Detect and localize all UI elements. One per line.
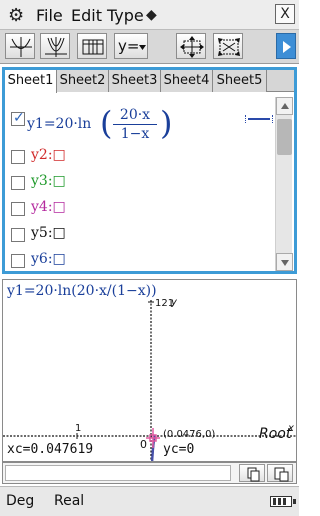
tab-sheet1[interactable]: Sheet1 — [5, 70, 57, 93]
copy-icon — [247, 467, 260, 482]
y3-label[interactable]: y3:□ — [31, 173, 66, 189]
origin-label: 0 — [140, 438, 147, 451]
tab-sheet3[interactable]: Sheet3 — [109, 70, 161, 92]
x-tick-label: 1 — [75, 423, 82, 434]
zoom-box-icon — [218, 38, 240, 56]
settings-gear-icon[interactable]: ⚙ — [8, 5, 24, 26]
graph-canvas — [3, 300, 296, 461]
scroll-down-button[interactable] — [276, 253, 293, 271]
arrow-right-icon — [283, 41, 291, 53]
xc-readout: xc=0.047619 — [7, 442, 94, 457]
tab-sheet2[interactable]: Sheet2 — [57, 70, 109, 92]
angle-mode-status[interactable]: Deg — [6, 493, 34, 509]
graph-axes-icon — [10, 37, 32, 57]
graph-function-title: y1=20·ln(20·x/(1−x)) — [7, 283, 157, 299]
tab-sheet4[interactable]: Sheet4 — [161, 70, 213, 92]
y1-checkbox[interactable]: ✓ — [11, 110, 25, 126]
menu-file[interactable]: File — [36, 6, 63, 25]
sheet-tabs: Sheet1 Sheet2 Sheet3 Sheet4 Sheet5 — [5, 70, 294, 93]
y1-expression-prefix: y1=20·ln — [27, 116, 92, 132]
editor-scrollbar[interactable] — [275, 97, 293, 271]
status-bar: Deg Real — [0, 486, 299, 516]
function-row-y6[interactable]: y6:□ — [11, 250, 271, 276]
y1-expression[interactable]: y1=20·ln ( 20·x 1−x ) — [27, 106, 227, 144]
y1-denominator: 1−x — [120, 126, 150, 142]
scroll-thumb[interactable] — [277, 119, 292, 155]
input-bar — [2, 462, 297, 484]
table-icon — [82, 39, 104, 55]
function-row-y3[interactable]: y3:□ — [11, 172, 271, 198]
y4-checkbox[interactable] — [11, 202, 25, 216]
root-cursor-icon — [146, 428, 160, 448]
function-row-y4[interactable]: y4:□ — [11, 198, 271, 224]
menu-edit[interactable]: Edit — [71, 6, 102, 25]
checkmark-icon: ✓ — [13, 110, 25, 126]
yc-readout: yc=0 — [163, 442, 195, 457]
graph-window[interactable]: y1=20·ln(20·x/(1−x)) 121 y 1 0 (0.0476,0… — [2, 279, 297, 462]
y1-line-style-icon[interactable] — [245, 115, 273, 123]
close-button[interactable]: X — [275, 4, 295, 24]
y2-label[interactable]: y2:□ — [31, 147, 66, 163]
toolbar: y= — [0, 30, 299, 64]
graph-parabolas-icon — [45, 37, 67, 57]
menu-type[interactable]: Type — [107, 6, 144, 25]
menu-bar: ⚙ File Edit Type ◆ X — [0, 0, 299, 30]
y4-label[interactable]: y4:□ — [31, 199, 66, 215]
toolbar-next-button[interactable] — [276, 33, 296, 59]
tab-sheet5[interactable]: Sheet5 — [213, 70, 267, 92]
left-paren: ( — [100, 104, 113, 142]
root-coordinate-label: (0.0476,0) — [163, 429, 216, 440]
y2-checkbox[interactable] — [11, 150, 25, 164]
copy-button[interactable] — [239, 464, 265, 482]
function-row-y5[interactable]: y5:□ — [11, 224, 271, 250]
zoom-box-button[interactable] — [213, 33, 243, 59]
analysis-mode-label: Root — [259, 426, 292, 442]
y1-numerator: 20·x — [113, 107, 157, 125]
triangle-up-icon — [281, 103, 289, 109]
battery-icon — [270, 496, 296, 507]
y5-checkbox[interactable] — [11, 228, 25, 242]
view-window-button[interactable] — [176, 33, 206, 59]
y-axis-label: y — [171, 297, 177, 308]
y6-label[interactable]: y6:□ — [31, 251, 66, 267]
function-row-y1[interactable]: ✓ y1=20·ln ( 20·x 1−x ) — [11, 106, 271, 148]
line-style-sample — [248, 118, 270, 120]
graph-type-dropdown[interactable]: y= — [114, 33, 148, 59]
triangle-down-icon — [281, 260, 289, 266]
y1-fraction: 20·x 1−x — [113, 107, 157, 142]
scroll-up-button[interactable] — [276, 97, 293, 115]
y5-label[interactable]: y5:□ — [31, 225, 66, 241]
y6-checkbox[interactable] — [11, 254, 25, 268]
view-window-icon — [180, 36, 204, 58]
graph-view-button[interactable] — [5, 33, 35, 59]
graph-editor-window: Sheet1 Sheet2 Sheet3 Sheet4 Sheet5 ✓ y1=… — [2, 67, 297, 274]
chevron-down-icon — [139, 45, 146, 50]
paste-button[interactable] — [267, 464, 293, 482]
graph-parabolas-button[interactable] — [40, 33, 70, 59]
table-view-button[interactable] — [77, 33, 107, 59]
number-mode-status[interactable]: Real — [54, 493, 84, 509]
menu-more-diamond-icon[interactable]: ◆ — [146, 7, 157, 23]
paste-icon — [274, 467, 289, 482]
function-row-y2[interactable]: y2:□ — [11, 146, 271, 172]
right-paren: ) — [160, 104, 173, 142]
input-field[interactable] — [5, 465, 231, 481]
y3-checkbox[interactable] — [11, 176, 25, 190]
